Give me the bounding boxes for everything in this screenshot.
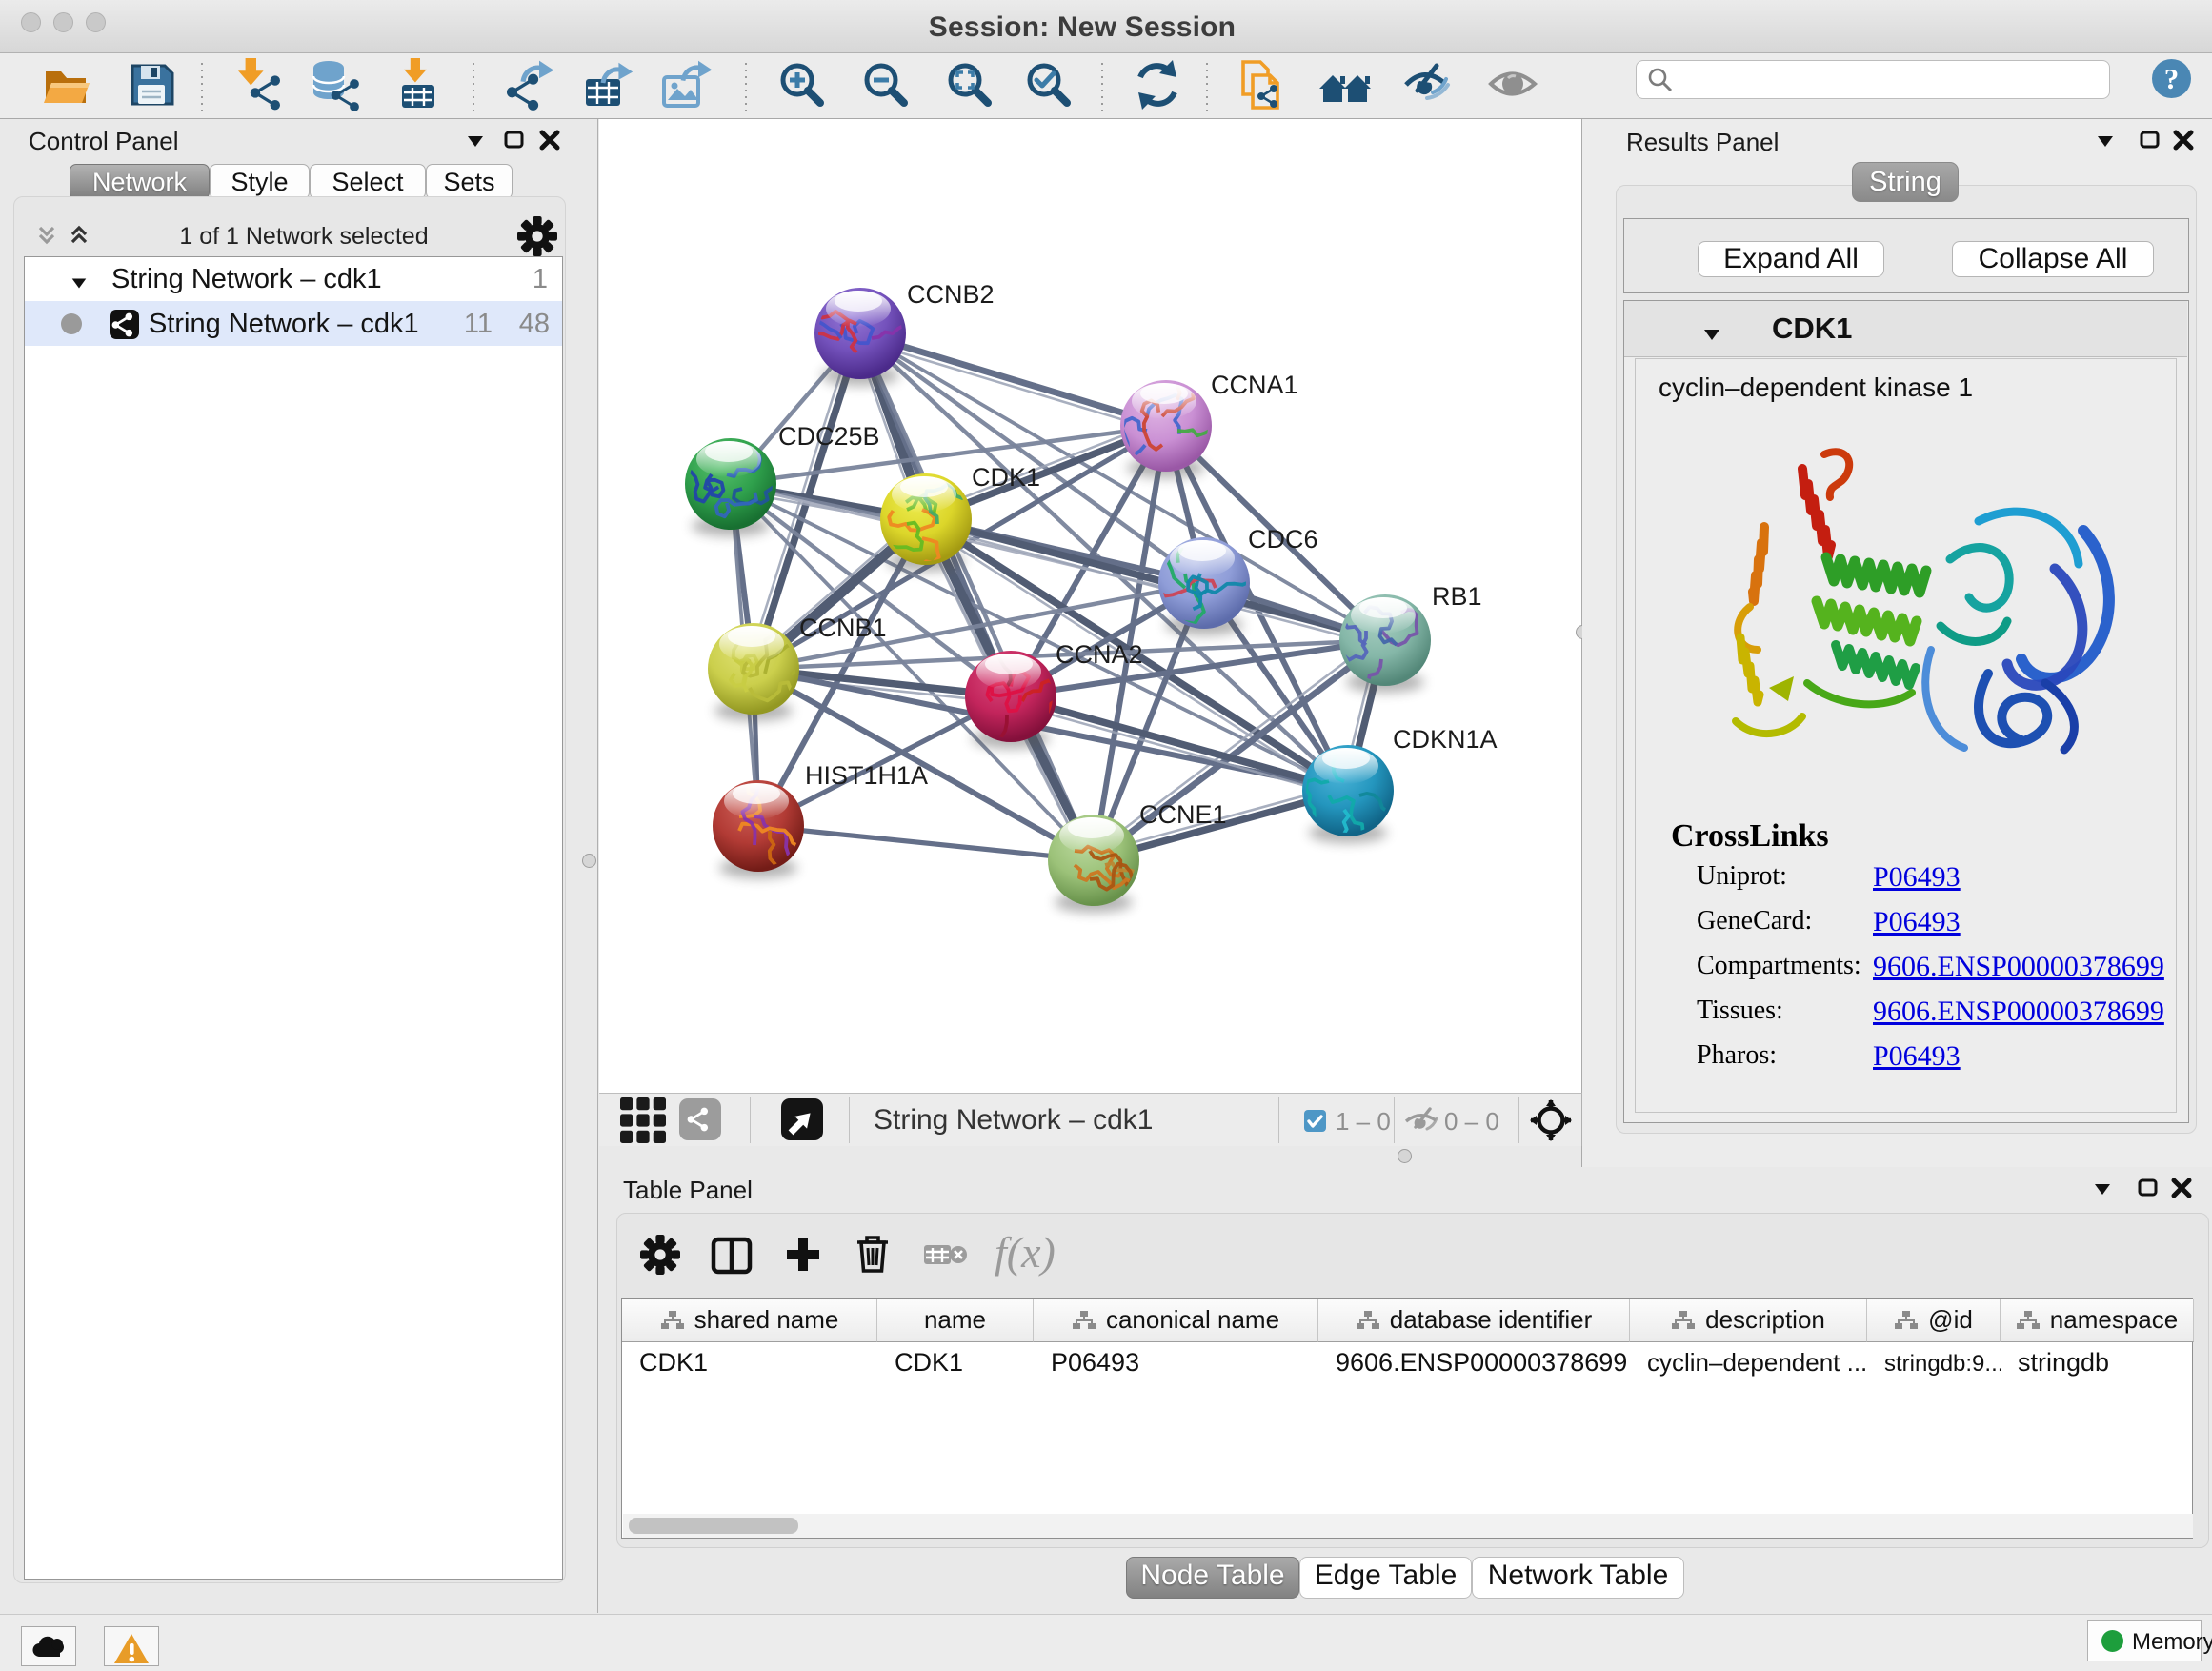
svg-text:CCNB1: CCNB1 [799,614,887,642]
svg-text:RB1: RB1 [1432,582,1482,611]
svg-text:CDKN1A: CDKN1A [1393,725,1498,754]
svg-text:CCNE1: CCNE1 [1139,800,1227,829]
svg-text:CDC25B: CDC25B [778,422,880,451]
svg-text:CDC6: CDC6 [1248,525,1318,554]
svg-text:HIST1H1A: HIST1H1A [805,761,928,790]
svg-text:CCNB2: CCNB2 [907,280,995,309]
svg-text:CCNA2: CCNA2 [1056,640,1143,669]
svg-text:CCNA1: CCNA1 [1211,371,1298,399]
svg-text:CDK1: CDK1 [972,463,1040,492]
